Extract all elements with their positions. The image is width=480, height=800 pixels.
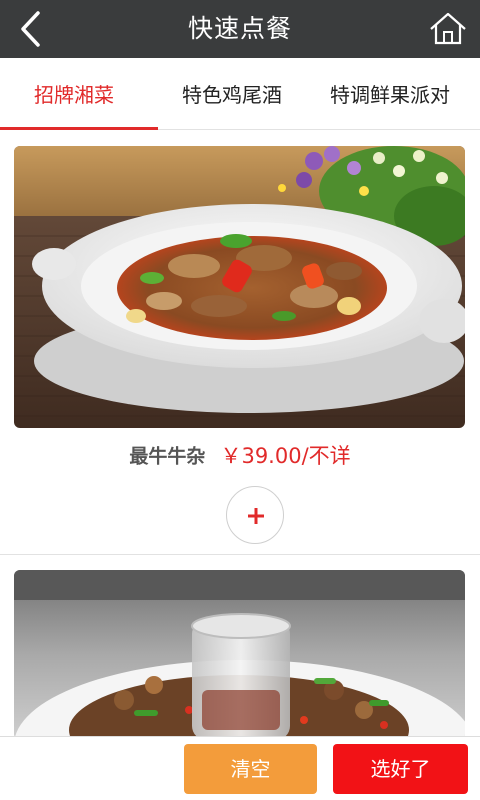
bottom-action-bar: 清空 选好了 bbox=[0, 736, 480, 800]
product-card: 最牛牛杂 ￥39.00/不详 bbox=[0, 130, 480, 555]
plus-icon bbox=[248, 508, 264, 524]
home-icon bbox=[430, 12, 466, 45]
checkout-button[interactable]: 选好了 bbox=[333, 744, 468, 794]
top-nav-bar: 快速点餐 bbox=[0, 0, 480, 58]
product-photo[interactable] bbox=[14, 146, 465, 428]
tab-signature-hunan[interactable]: 招牌湘菜 bbox=[34, 58, 114, 130]
dish-image bbox=[14, 146, 465, 428]
product-info: 最牛牛杂 ￥39.00/不详 bbox=[0, 440, 480, 476]
page-title: 快速点餐 bbox=[187, 14, 292, 43]
home-button[interactable] bbox=[428, 9, 468, 49]
tab-fruit-party[interactable]: 特调鲜果派对 bbox=[330, 58, 450, 130]
tab-cocktails[interactable]: 特色鸡尾酒 bbox=[182, 58, 282, 130]
product-card bbox=[0, 555, 480, 740]
product-price: ￥39.00/不详 bbox=[220, 444, 351, 468]
dish-image bbox=[14, 570, 465, 740]
product-photo[interactable] bbox=[14, 570, 465, 740]
category-tabs: 招牌湘菜 特色鸡尾酒 特调鲜果派对 bbox=[0, 58, 480, 130]
add-to-order-button[interactable] bbox=[226, 486, 284, 544]
clear-button[interactable]: 清空 bbox=[184, 744, 317, 794]
product-name: 最牛牛杂 bbox=[129, 445, 206, 468]
